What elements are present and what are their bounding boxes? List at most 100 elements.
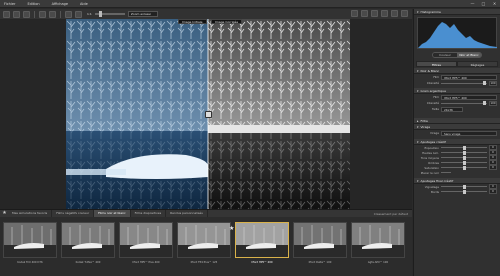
preset-caption: Ilford Delta™ 100: [308, 261, 332, 264]
tab-color-negative[interactable]: Films négatifs couleur: [52, 210, 95, 217]
split-handle-icon[interactable]: [205, 111, 212, 118]
slider-knob[interactable]: [463, 155, 467, 160]
mode-bw[interactable]: Noir et Blanc: [457, 53, 481, 57]
histogram: [417, 17, 497, 49]
preset-caption: Ilford FP4 Plus™ 125: [190, 261, 218, 264]
black-point-picker[interactable]: [441, 172, 451, 173]
preset-caption: Kodak T-Max™ 400: [75, 261, 101, 264]
star-icon[interactable]: ★: [1, 210, 8, 217]
panel-tabs: Filtres Réglages: [416, 61, 498, 67]
menu-view[interactable]: Affichage: [52, 2, 68, 6]
edges-slider[interactable]: [441, 189, 487, 194]
tab-settings[interactable]: Réglages: [457, 61, 498, 67]
favorite-star-icon[interactable]: ★: [229, 225, 234, 232]
preset-thumbnail[interactable]: Agfa APX™ 100: [351, 222, 405, 268]
preset-thumbnail[interactable]: Kodak TriX 400 D76: [3, 222, 57, 268]
zoom-in-icon[interactable]: [65, 10, 72, 18]
sort-select[interactable]: Classement par défaut: [374, 212, 408, 216]
vignette-slider[interactable]: [441, 184, 487, 189]
chevron-down-icon: ▾: [417, 124, 419, 129]
preset-thumbnail-image: [119, 222, 173, 258]
hand-icon[interactable]: [351, 10, 358, 17]
bw-film-select[interactable]: Ilford HP5™ 400: [441, 74, 497, 80]
crop-icon[interactable]: [361, 10, 368, 17]
saturation-value[interactable]: 0: [489, 165, 497, 170]
tab-slide-films[interactable]: Films diapositives: [131, 210, 167, 217]
grain-intensity-slider[interactable]: [441, 101, 487, 105]
final-row: Bords 0: [414, 189, 500, 194]
zoom-out-icon[interactable]: [75, 10, 82, 18]
maximize-icon[interactable]: □: [481, 1, 486, 6]
menu-help[interactable]: Aide: [80, 2, 88, 6]
compare-split-icon[interactable]: [371, 10, 378, 17]
photo-preview[interactable]: Image Initiale Image Corrigée: [66, 19, 350, 209]
compare-side-icon[interactable]: [381, 10, 388, 17]
edges-label: Bords: [431, 189, 439, 194]
redo-icon[interactable]: [49, 10, 56, 18]
preset-thumbnail-image: [293, 222, 347, 258]
menu-edit[interactable]: Edition: [27, 2, 39, 6]
tab-favorites[interactable]: Mes simulations favoris: [8, 210, 53, 217]
saturation-slider[interactable]: [441, 165, 487, 170]
slider-knob[interactable]: [463, 184, 467, 189]
grain-size-select[interactable]: 24x36: [441, 106, 463, 112]
edges-value[interactable]: 0: [489, 189, 497, 194]
preset-thumbnail-image: [177, 222, 231, 258]
section-toning-title: Virage: [420, 124, 431, 129]
presets-tabs: ★ Mes simulations favoris Films négatifs…: [0, 210, 412, 217]
zoom-select[interactable]: Zoom enlassi: [127, 11, 158, 17]
preset-caption: Kodak TriX 400 D76: [17, 261, 43, 264]
print-icon[interactable]: [23, 10, 30, 18]
highlights-slider[interactable]: [441, 150, 487, 155]
menu-file[interactable]: Fichier: [4, 2, 15, 6]
preset-thumbnail[interactable]: Ilford FP4 Plus™ 125: [177, 222, 231, 268]
midtones-slider[interactable]: [441, 155, 487, 160]
slider-knob[interactable]: [463, 160, 467, 165]
shadows-slider[interactable]: [441, 160, 487, 165]
save-icon[interactable]: [13, 10, 20, 18]
histogram-graph: [418, 22, 497, 48]
bw-intensity-slider[interactable]: [441, 81, 487, 85]
close-icon[interactable]: ✕: [492, 1, 497, 6]
preset-thumbnail[interactable]: Ilford HP5™ 400: [235, 222, 289, 268]
bw-intensity-value[interactable]: 100: [489, 80, 497, 86]
preset-thumbnail-image: [61, 222, 115, 258]
grain-intensity-label: Intensité: [426, 101, 439, 105]
tab-bw-films[interactable]: Films noir et blanc: [94, 210, 131, 217]
slider-knob[interactable]: [463, 189, 467, 194]
presets-panel: ★ Mes simulations favoris Films négatifs…: [0, 209, 412, 276]
toning-label: Virage: [430, 131, 439, 135]
vignette-label: Vignetage: [424, 184, 439, 189]
undo-icon[interactable]: [39, 10, 46, 18]
slider-knob[interactable]: [483, 81, 487, 85]
zoom-slider[interactable]: [94, 11, 125, 17]
grain-intensity-value[interactable]: 100: [489, 100, 497, 106]
preset-caption: Ilford HP5™ 400: [251, 261, 273, 264]
slider-knob[interactable]: [463, 150, 467, 155]
toolbar-divider: [34, 10, 35, 18]
grain-film-select[interactable]: Ilford HP5™ 400: [441, 94, 497, 100]
fullscreen-icon[interactable]: [401, 10, 408, 17]
section-final-title: Ajustages final créatif: [420, 178, 454, 183]
canvas-area: Image Initiale Image Corrigée: [0, 19, 412, 209]
chevron-down-icon: ▾: [417, 9, 419, 14]
color-mode-toggle[interactable]: Couleur Noir et Blanc: [432, 52, 482, 58]
bw-intensity-row: Intensité 100: [414, 80, 500, 86]
slider-knob[interactable]: [483, 101, 487, 105]
tab-filters[interactable]: Filtres: [416, 61, 457, 67]
rotate-icon[interactable]: [391, 10, 398, 17]
slider-knob[interactable]: [463, 145, 467, 150]
minimize-icon[interactable]: —: [470, 1, 475, 6]
exposure-slider[interactable]: [441, 145, 487, 150]
chevron-down-icon: ▾: [417, 68, 419, 73]
slider-knob[interactable]: [463, 165, 467, 170]
histogram-header[interactable]: ▾ Histogramme: [414, 9, 500, 15]
tab-custom[interactable]: Rendus personnalisés: [166, 210, 208, 217]
preset-thumbnail[interactable]: Ilford Delta™ 100: [293, 222, 347, 268]
toning-select[interactable]: Sans virage: [441, 130, 497, 136]
histogram-title: Histogramme: [420, 9, 441, 14]
mode-color[interactable]: Couleur: [433, 53, 457, 57]
open-folder-icon[interactable]: [3, 10, 10, 18]
preset-thumbnail[interactable]: Kodak T-Max™ 400: [61, 222, 115, 268]
preset-thumbnail[interactable]: Ilford HP5™ Plus 400: [119, 222, 173, 268]
